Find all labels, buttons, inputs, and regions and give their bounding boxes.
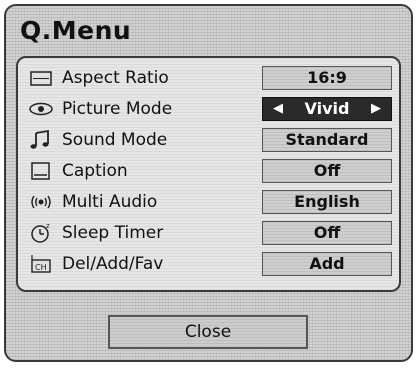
menu-item-label: Multi Audio (62, 192, 158, 212)
menu-item-label: Sound Mode (62, 130, 168, 150)
multi-audio-value[interactable]: English (262, 190, 392, 214)
channel-icon: CH (28, 252, 54, 276)
menu-item-label: Aspect Ratio (62, 68, 169, 88)
caption-value[interactable]: Off (262, 159, 392, 183)
left-arrow-icon[interactable]: ◀ (273, 98, 283, 120)
menu-item-del-add-fav[interactable]: CH Del/Add/Fav Add (18, 250, 399, 280)
aspect-ratio-icon (28, 66, 54, 90)
close-button[interactable]: Close (108, 315, 308, 349)
timer-icon: z (28, 221, 54, 245)
audio-waves-icon (28, 190, 54, 214)
picture-mode-value[interactable]: ◀ Vivid ▶ (262, 97, 392, 121)
sound-mode-value[interactable]: Standard (262, 128, 392, 152)
svg-text:z: z (46, 222, 50, 230)
q-menu-panel: Q.Menu Aspect Ratio 16:9 Picture Mode ◀ … (4, 4, 413, 362)
right-arrow-icon[interactable]: ▶ (371, 98, 381, 120)
del-add-fav-value[interactable]: Add (262, 252, 392, 276)
music-note-icon (28, 128, 54, 152)
menu-item-sleep-timer[interactable]: z Sleep Timer Off (18, 219, 399, 249)
aspect-ratio-value[interactable]: 16:9 (262, 66, 392, 90)
menu-item-label: Caption (62, 161, 128, 181)
menu-item-label: Sleep Timer (62, 223, 164, 243)
menu-list: Aspect Ratio 16:9 Picture Mode ◀ Vivid ▶ (16, 56, 401, 292)
menu-item-caption[interactable]: Caption Off (18, 157, 399, 187)
svg-text:CH: CH (35, 263, 47, 272)
menu-item-aspect-ratio[interactable]: Aspect Ratio 16:9 (18, 64, 399, 94)
caption-icon (28, 159, 54, 183)
menu-item-label: Del/Add/Fav (62, 254, 164, 274)
menu-item-multi-audio[interactable]: Multi Audio English (18, 188, 399, 218)
menu-item-sound-mode[interactable]: Sound Mode Standard (18, 126, 399, 156)
menu-item-picture-mode[interactable]: Picture Mode ◀ Vivid ▶ (18, 95, 399, 125)
sleep-timer-value[interactable]: Off (262, 221, 392, 245)
eye-icon (28, 97, 54, 121)
menu-item-label: Picture Mode (62, 99, 173, 119)
menu-title: Q.Menu (20, 16, 132, 45)
